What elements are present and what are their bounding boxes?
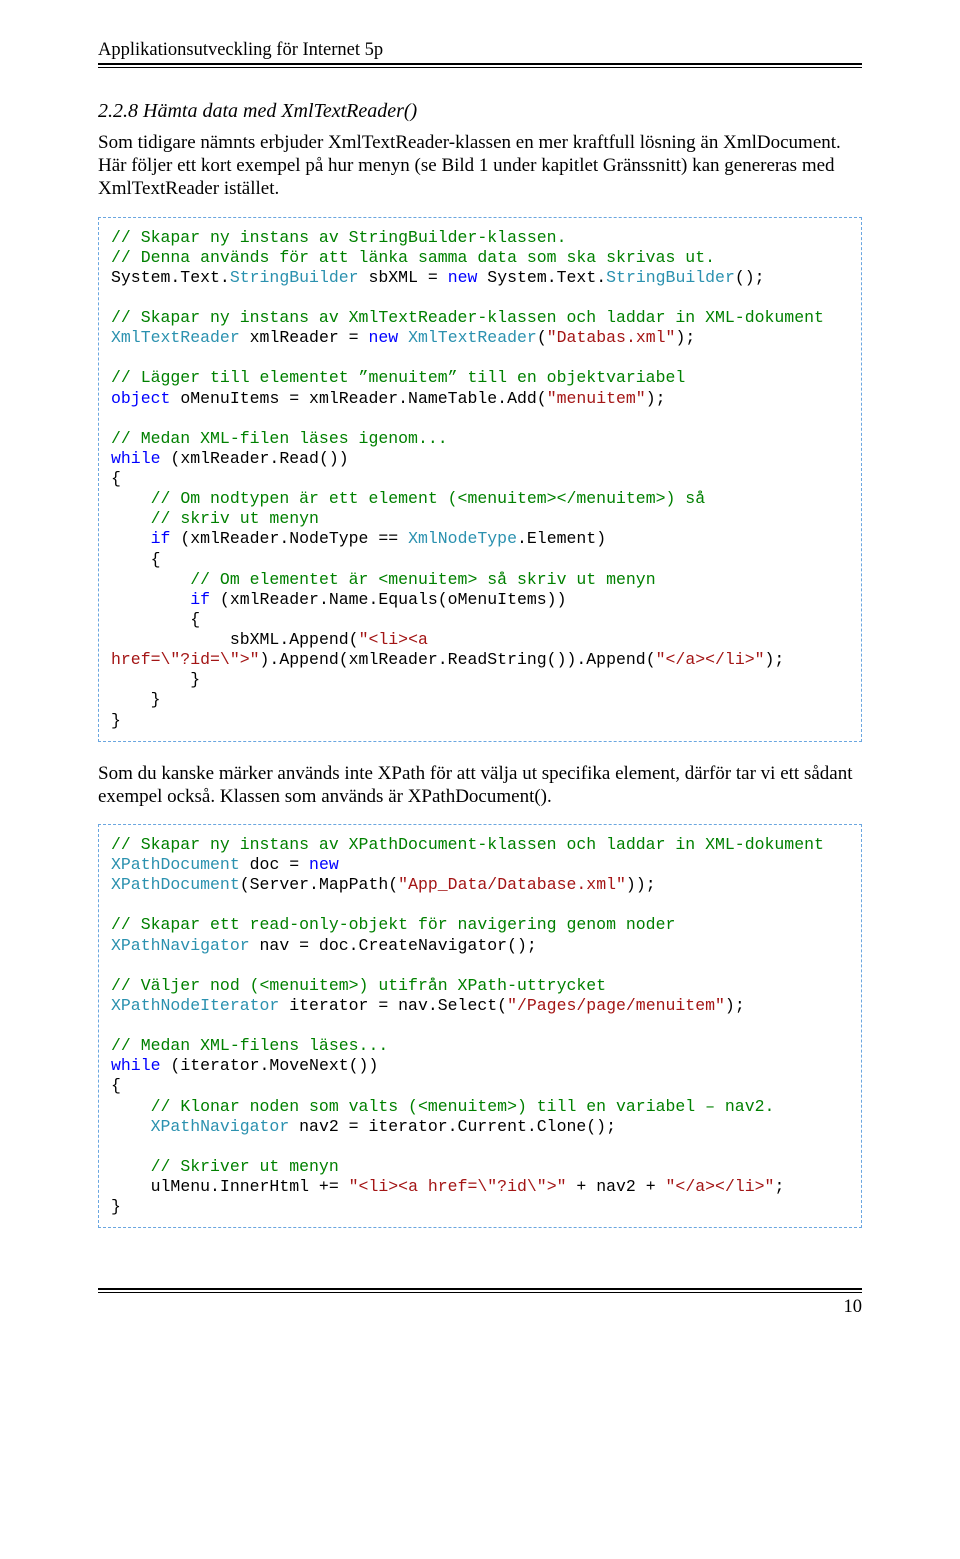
code-text: System.Text.: [111, 268, 230, 287]
code-text: doc =: [240, 855, 309, 874]
code-text: sbXML =: [359, 268, 448, 287]
code-keyword: while: [111, 1056, 161, 1075]
code-text: (iterator.MoveNext()): [161, 1056, 379, 1075]
code-type: XPathDocument: [111, 855, 240, 874]
code-comment: // Skapar ny instans av XmlTextReader-kl…: [111, 308, 824, 327]
code-type: XPathNavigator: [151, 1117, 290, 1136]
document-header: Applikationsutveckling för Internet 5p: [98, 40, 862, 61]
code-type: XmlTextReader: [111, 328, 240, 347]
code-type: XmlNodeType: [408, 529, 517, 548]
code-string: "<li><a: [359, 630, 438, 649]
code-keyword: new: [448, 268, 478, 287]
code-text: }: [111, 711, 121, 730]
code-text: (xmlReader.Read()): [161, 449, 349, 468]
code-text: + nav2 +: [567, 1177, 666, 1196]
paragraph-1: Som tidigare nämnts erbjuder XmlTextRead…: [98, 131, 862, 201]
code-text: (Server.MapPath(: [240, 875, 398, 894]
code-comment: // Skapar ny instans av StringBuilder-kl…: [111, 228, 566, 247]
code-text: [398, 328, 408, 347]
code-text: {: [111, 469, 121, 488]
code-block-2: // Skapar ny instans av XPathDocument-kl…: [98, 824, 862, 1228]
header-rule-bottom: [98, 67, 862, 68]
page-footer: 10: [98, 1288, 862, 1318]
code-type: XPathNavigator: [111, 936, 250, 955]
code-text: [111, 489, 151, 508]
code-keyword: new: [368, 328, 398, 347]
code-text: ();: [735, 268, 765, 287]
code-type: StringBuilder: [606, 268, 735, 287]
code-text: }: [111, 670, 200, 689]
page: Applikationsutveckling för Internet 5p 2…: [0, 0, 960, 1358]
code-text: }: [111, 1197, 121, 1216]
code-text: sbXML.Append(: [111, 630, 359, 649]
code-comment: // Om elementet är <menuitem> så skriv u…: [190, 570, 655, 589]
code-text: );: [725, 996, 745, 1015]
paragraph-2: Som du kanske märker används inte XPath …: [98, 762, 862, 808]
code-keyword: if: [190, 590, 210, 609]
code-type: XmlTextReader: [408, 328, 537, 347]
code-text: ;: [774, 1177, 784, 1196]
code-text: ulMenu.InnerHtml +=: [111, 1177, 349, 1196]
code-text: xmlReader =: [240, 328, 369, 347]
code-text: nav = doc.CreateNavigator();: [250, 936, 537, 955]
code-text: [111, 1097, 151, 1116]
code-text: (xmlReader.NodeType ==: [170, 529, 408, 548]
code-keyword: new: [309, 855, 339, 874]
code-comment: // Denna används för att länka samma dat…: [111, 248, 715, 267]
code-comment: // Om nodtypen är ett element (<menuitem…: [151, 489, 706, 508]
code-comment: // Väljer nod (<menuitem>) utifrån XPath…: [111, 976, 606, 995]
code-text: }: [111, 690, 161, 709]
code-string: href=\"?id=\">": [111, 650, 260, 669]
code-text: );: [675, 328, 695, 347]
code-string: "</a></li>": [666, 1177, 775, 1196]
code-text: [111, 529, 151, 548]
code-text: (: [537, 328, 547, 347]
code-comment: // Lägger till elementet ”menuitem” till…: [111, 368, 685, 387]
code-keyword: object: [111, 389, 170, 408]
header-rule-top: [98, 63, 862, 65]
footer-rule-top: [98, 1288, 862, 1290]
code-text: ).Append(xmlReader.ReadString()).Append(: [260, 650, 656, 669]
code-text: ));: [626, 875, 656, 894]
code-string: "menuitem": [547, 389, 646, 408]
code-keyword: if: [151, 529, 171, 548]
code-text: .Element): [517, 529, 606, 548]
code-text: [111, 570, 190, 589]
code-text: {: [111, 610, 200, 629]
code-string: "/Pages/page/menuitem": [507, 996, 725, 1015]
code-comment: // Skapar ny instans av XPathDocument-kl…: [111, 835, 824, 854]
code-comment: // Medan XML-filens läses...: [111, 1036, 388, 1055]
code-comment: // Skriver ut menyn: [151, 1157, 339, 1176]
footer-rule-bottom: [98, 1292, 862, 1293]
code-text: [111, 1117, 151, 1136]
code-text: );: [646, 389, 666, 408]
code-comment: // Klonar noden som valts (<menuitem>) t…: [151, 1097, 775, 1116]
code-text: [111, 1157, 151, 1176]
section-heading: 2.2.8 Hämta data med XmlTextReader(): [98, 100, 862, 123]
code-text: [111, 590, 190, 609]
code-text: oMenuItems = xmlReader.NameTable.Add(: [170, 389, 546, 408]
page-number: 10: [98, 1297, 862, 1318]
code-comment: // Skapar ett read-only-objekt för navig…: [111, 915, 675, 934]
code-text: {: [111, 550, 161, 569]
code-string: "</a></li>": [656, 650, 765, 669]
code-string: "<li><a href=\"?id\">": [349, 1177, 567, 1196]
code-comment: // skriv ut menyn: [151, 509, 319, 528]
code-text: System.Text.: [477, 268, 606, 287]
code-text: );: [765, 650, 785, 669]
code-block-1: // Skapar ny instans av StringBuilder-kl…: [98, 217, 862, 742]
code-string: "App_Data/Database.xml": [398, 875, 626, 894]
code-type: XPathDocument: [111, 875, 240, 894]
code-text: iterator = nav.Select(: [279, 996, 507, 1015]
code-comment: // Medan XML-filen läses igenom...: [111, 429, 448, 448]
code-text: {: [111, 1076, 121, 1095]
code-keyword: while: [111, 449, 161, 468]
code-text: (xmlReader.Name.Equals(oMenuItems)): [210, 590, 566, 609]
code-text: [111, 509, 151, 528]
code-type: StringBuilder: [230, 268, 359, 287]
code-string: "Databas.xml": [547, 328, 676, 347]
code-type: XPathNodeIterator: [111, 996, 279, 1015]
code-text: nav2 = iterator.Current.Clone();: [289, 1117, 616, 1136]
